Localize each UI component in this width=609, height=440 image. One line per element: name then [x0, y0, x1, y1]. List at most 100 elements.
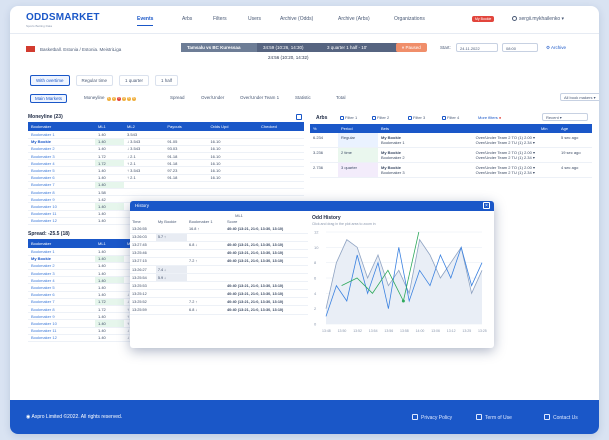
table-row[interactable]: Bookmaker 2 1.40 ↓ 3.543 93.03 16.10: [28, 145, 304, 154]
bookmaker-name[interactable]: Bookmaker 12: [28, 217, 95, 225]
bookmaker-name[interactable]: Bookmaker 9: [28, 195, 95, 204]
user-menu[interactable]: sergii.mykhailenko ▾: [512, 16, 564, 22]
bookmaker-name[interactable]: Bookmaker 1: [28, 247, 95, 256]
col-bookmaker[interactable]: Bookmaker: [28, 122, 95, 131]
tab-total[interactable]: Total: [336, 95, 346, 100]
bookmaker-name[interactable]: Bookmaker 11: [28, 210, 95, 218]
bookmaker-name[interactable]: Bookmaker 6: [28, 174, 95, 182]
bookmaker-name[interactable]: My Bookie: [28, 255, 95, 263]
table-row[interactable]: Bookmaker 8 1.58: [28, 188, 304, 197]
nav-archive-arbs[interactable]: Archive (Arbs): [338, 16, 370, 22]
bookmaker-name[interactable]: Bookmaker 9: [28, 312, 95, 321]
logo[interactable]: ODDSMARKET Sports Betting Data: [26, 12, 100, 28]
close-icon[interactable]: ×: [483, 202, 490, 209]
table-row[interactable]: Bookmaker 6 1.40 ↑ 2.1 91.18 16.10: [28, 174, 304, 182]
tab-1-quarter[interactable]: 1 quarter: [119, 75, 150, 86]
arb-bet-2[interactable]: Over/Under Team 2 TU (1) 2.34 ▾: [476, 140, 535, 145]
bookmaker-name[interactable]: Bookmaker 2: [28, 145, 95, 154]
chart-svg[interactable]: 12 10 8 6 4 2 0 13:48 13:50 13:52 13:54 13:56 13:58 1…: [312, 226, 490, 338]
bookmaker-name[interactable]: Bookmaker 5: [28, 166, 95, 175]
col-percent[interactable]: %: [310, 124, 338, 133]
col-odds-upd[interactable]: Odds Upd: [207, 122, 259, 131]
nav-archive-odds[interactable]: Archive (Odds): [280, 16, 313, 22]
bookmaker-name[interactable]: Bookmaker 10: [28, 202, 95, 211]
tab-spread[interactable]: Spread: [170, 95, 185, 100]
bookmaker-name[interactable]: My Bookie: [28, 138, 95, 146]
paused-button[interactable]: ⏸ Paused: [396, 43, 427, 52]
filter-2[interactable]: Filter 2: [372, 115, 389, 120]
bookmakers-select[interactable]: All book makers ▾: [560, 93, 599, 101]
col-payouts[interactable]: Payouts: [164, 122, 208, 131]
col-min[interactable]: Min: [538, 124, 558, 133]
filter-4[interactable]: Filter 4: [442, 115, 459, 120]
nav-events[interactable]: Events: [137, 16, 154, 26]
history-score: 40:40 (13:21, 21:0, 13:30, 13:10): [224, 281, 308, 291]
table-row[interactable]: Bookmaker 7 1.40: [28, 181, 304, 190]
history-score: 40:40 (13:21, 21:0, 13:30, 13:10): [224, 257, 308, 266]
table-row[interactable]: Bookmaker 1 1.40 3.543: [28, 131, 304, 139]
contact-us-link[interactable]: Contact Us: [544, 414, 578, 421]
bookmaker-name[interactable]: Bookmaker 3: [28, 269, 95, 278]
bookmaker-name[interactable]: Bookmaker 3: [28, 152, 95, 161]
bookmaker-name[interactable]: Bookmaker 12: [28, 334, 95, 342]
arb-bookie-2[interactable]: Bookmaker 1: [381, 140, 470, 145]
nav-users[interactable]: Users: [248, 16, 261, 22]
table-row[interactable]: 6.234 Regular My Bookie Bookmaker 1 Over/Und…: [310, 133, 592, 148]
more-filters-link[interactable]: More filters ●: [478, 115, 501, 120]
arb-bet-2[interactable]: Over/Under Team 2 TU (1) 2.34 ▾: [476, 170, 535, 175]
bookmaker-name[interactable]: Bookmaker 6: [28, 291, 95, 299]
odds-upd-value: [207, 131, 259, 139]
filter-1[interactable]: Filter 1: [340, 115, 357, 120]
odd-history-chart[interactable]: Odd History Click and drag in the plot a…: [312, 215, 490, 343]
privacy-policy-link[interactable]: Privacy Policy: [412, 414, 452, 421]
table-row[interactable]: 3.236 2 time My Bookie Bookmaker 2 Over/Unde…: [310, 147, 592, 163]
date-field[interactable]: 24.11.2022: [456, 43, 498, 52]
bookmaker-name[interactable]: Bookmaker 7: [28, 298, 95, 306]
tab-over-under-team-1[interactable]: Over/Under Team 1: [240, 95, 279, 100]
archive-button[interactable]: ⚙ Archive: [546, 45, 566, 51]
bookmaker-name[interactable]: Bookmaker 4: [28, 159, 95, 168]
table-row[interactable]: My Bookie 1.40 ↓ 3.543 91.05 16.10: [28, 138, 304, 146]
col-bookmaker[interactable]: Bookmaker: [28, 238, 95, 248]
tab-statistic[interactable]: Statistic: [295, 95, 311, 100]
time-field[interactable]: 08:00: [502, 43, 538, 52]
col-checked[interactable]: Checked: [258, 122, 304, 131]
col-bets[interactable]: Bets: [378, 124, 473, 133]
table-row[interactable]: 2.736 3 quarter My Bookie Bookmaker 3 Over/U…: [310, 162, 592, 178]
tab-over-under[interactable]: Over/Under: [201, 95, 224, 100]
collapse-icon[interactable]: [296, 114, 302, 120]
bookmaker-name[interactable]: Bookmaker 5: [28, 283, 95, 292]
nav-arbs[interactable]: Arbs: [182, 16, 192, 22]
arb-bookie-2[interactable]: Bookmaker 3: [381, 170, 470, 175]
tab-regular-time[interactable]: Regular time: [75, 75, 114, 86]
col-period[interactable]: Period: [338, 124, 378, 133]
col-ml2[interactable]: ML2: [124, 122, 165, 131]
tab-1-half[interactable]: 1 half: [155, 75, 179, 86]
table-row[interactable]: Bookmaker 4 1.72 ↑ 2.1 91.18 16.10: [28, 159, 304, 168]
col-ml1[interactable]: ML1: [94, 122, 125, 131]
bookmaker-name[interactable]: Bookmaker 8: [28, 188, 95, 197]
bookmaker-name[interactable]: Bookmaker 2: [28, 262, 95, 271]
sort-select[interactable]: Recent ▾: [542, 113, 588, 121]
bookmaker-name[interactable]: Bookmaker 10: [28, 319, 95, 328]
tab-with-overtime[interactable]: With overtime: [30, 75, 70, 86]
nav-organizations[interactable]: Organizations: [394, 16, 425, 22]
arb-bookie-2[interactable]: Bookmaker 2: [381, 155, 470, 160]
tab-moneyline[interactable]: Moneyline 123456: [84, 95, 136, 101]
bookmaker-name[interactable]: Bookmaker 7: [28, 181, 95, 190]
bookmaker-name[interactable]: Bookmaker 11: [28, 327, 95, 335]
col-ml1[interactable]: ML1: [94, 238, 125, 248]
table-row[interactable]: Bookmaker 5 1.40 ↑ 3.543 97.23 16.10: [28, 166, 304, 175]
term-of-use-link[interactable]: Term of Use: [476, 414, 512, 421]
col-age[interactable]: Age: [558, 124, 592, 133]
bookmaker-name[interactable]: Bookmaker 8: [28, 305, 95, 314]
table-row[interactable]: Bookmaker 3 1.72 ↓ 2.1 91.18 16.10: [28, 152, 304, 161]
arb-bets: My Bookie Bookmaker 1: [378, 133, 473, 148]
filter-3[interactable]: Filter 3: [408, 115, 425, 120]
bookmaker-name[interactable]: Bookmaker 1: [28, 131, 95, 139]
bookmaker-name[interactable]: Bookmaker 4: [28, 276, 95, 285]
nav-filters[interactable]: Filters: [213, 16, 227, 22]
odds-upd-value: 16.10: [207, 152, 259, 161]
tab-main-markets[interactable]: Main Markets: [30, 94, 68, 103]
arb-bet-2[interactable]: Over/Under Team 2 TU (1) 2.34 ▾: [476, 155, 535, 160]
